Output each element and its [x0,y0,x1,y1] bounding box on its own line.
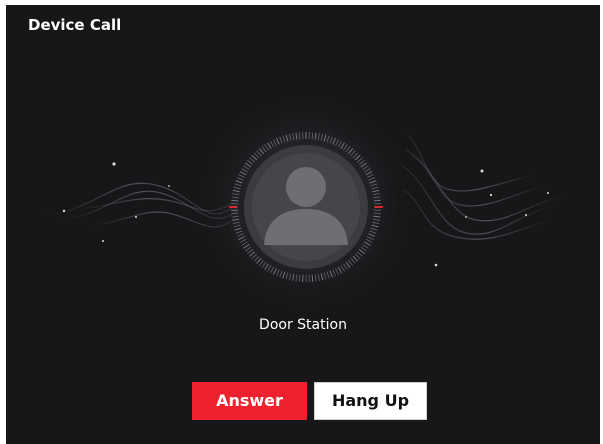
device-call-dialog: Device Call Door Station Answer Hang Up [6,5,600,444]
right-sound-wave [400,134,567,240]
hang-up-button[interactable]: Hang Up [314,382,427,420]
caller-name: Door Station [259,317,347,333]
call-illustration [45,93,567,313]
answer-button[interactable]: Answer [192,382,307,420]
